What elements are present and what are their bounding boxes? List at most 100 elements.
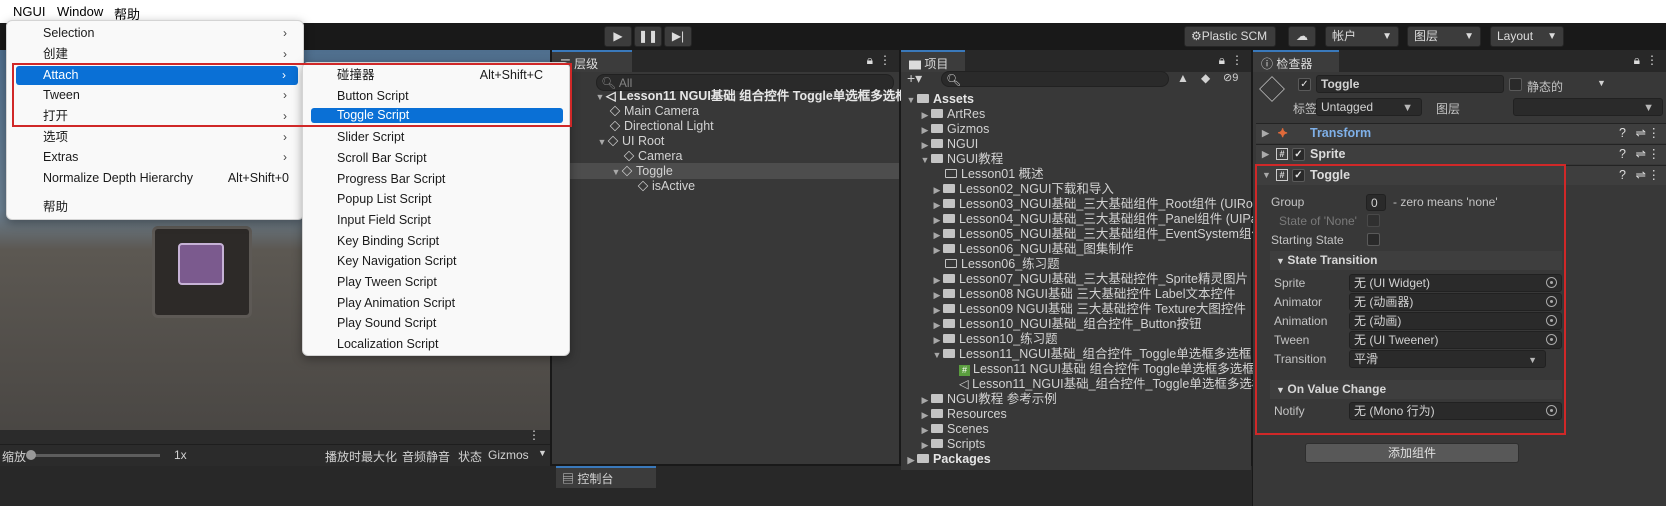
menu-item-collider[interactable]: 碰撞器 Alt+Shift+C: [307, 66, 565, 85]
menu-item-create[interactable]: 创建 ›: [11, 45, 299, 64]
help-icon[interactable]: ?: [1619, 124, 1626, 143]
project-item-lesson[interactable]: ▶ Lesson08 NGUI基础 三大基础控件 Label文本控件: [931, 286, 1236, 302]
project-item-lesson[interactable]: ▶ Lesson09 NGUI基础 三大基础控件 Texture大图控件: [931, 301, 1246, 317]
hierarchy-item-ui-root[interactable]: ▼ UI Root: [596, 133, 665, 149]
project-item-lesson[interactable]: ▶ Lesson05_NGUI基础_三大基础组件_EventSystem组件 (U: [931, 226, 1281, 242]
more-menu-icon[interactable]: ⋮: [1648, 145, 1661, 164]
project-item-folder[interactable]: ▶ Scenes: [919, 421, 989, 437]
zoom-slider[interactable]: [26, 450, 160, 460]
project-item-artres[interactable]: ▶ ArtRes: [919, 106, 986, 122]
project-item-gizmos[interactable]: ▶ Gizmos: [919, 121, 990, 137]
gizmos-button[interactable]: Gizmos: [488, 448, 529, 462]
tab-console[interactable]: ▤ 控制台: [556, 466, 656, 488]
toggle-enabled-checkbox[interactable]: ✓: [1292, 169, 1305, 182]
menu-item-attach[interactable]: Attach ›: [16, 66, 298, 85]
component-transform-header[interactable]: ▶ ⯌ Transform ? ⇌ ⋮: [1256, 123, 1666, 143]
filter-type-icon[interactable]: ▲: [1177, 71, 1189, 85]
lock-icon[interactable]: 🔒︎: [1219, 53, 1225, 68]
menu-item-toggle-script[interactable]: Toggle Script: [311, 108, 563, 123]
preset-icon[interactable]: ⇌: [1636, 124, 1646, 143]
more-menu-icon[interactable]: ⋮: [1648, 166, 1661, 185]
preset-icon[interactable]: ⇌: [1636, 166, 1646, 185]
menu-item-tween[interactable]: Tween ›: [11, 86, 299, 105]
project-item-lesson[interactable]: ▼ Lesson11_NGUI基础_组合控件_Toggle单选框多选框: [931, 346, 1252, 362]
menu-item-extras[interactable]: Extras ›: [11, 148, 299, 167]
zoom-slider-handle[interactable]: [26, 450, 36, 460]
create-button[interactable]: +▾: [907, 70, 922, 87]
menu-item-play-sound-script[interactable]: Play Sound Script: [307, 314, 565, 333]
more-menu-icon[interactable]: ⋮: [879, 53, 891, 67]
menu-item-input-field-script[interactable]: Input Field Script: [307, 211, 565, 230]
tab-inspector[interactable]: ⓘ 检查器: [1253, 50, 1339, 72]
project-item-lesson[interactable]: Lesson01 概述: [945, 166, 1044, 182]
add-component-button[interactable]: 添加组件: [1305, 443, 1519, 463]
project-search-input[interactable]: 🔍︎: [941, 71, 1169, 87]
object-name-input[interactable]: Toggle: [1316, 75, 1504, 93]
menu-item-normalize-depth[interactable]: Normalize Depth Hierarchy Alt+Shift+0: [11, 169, 299, 188]
active-checkbox[interactable]: ✓: [1298, 78, 1311, 91]
layout-dropdown[interactable]: Layout ▼: [1490, 26, 1564, 47]
project-item-folder[interactable]: ▶ Scripts: [919, 436, 986, 452]
object-picker-icon[interactable]: [1546, 334, 1557, 345]
hierarchy-item-isactive[interactable]: isActive: [637, 178, 695, 194]
more-menu-icon[interactable]: ⋮: [1231, 53, 1243, 67]
account-dropdown[interactable]: 帐户 ▼: [1325, 26, 1399, 47]
project-item-folder[interactable]: ▶ Resources: [919, 406, 1007, 422]
play-button[interactable]: ▶: [604, 26, 632, 47]
project-item-lesson[interactable]: ▶ Lesson10_NGUI基础_组合控件_Button按钮: [931, 316, 1202, 332]
project-item-lesson[interactable]: ▶ Lesson02_NGUI下载和导入: [931, 181, 1114, 197]
sprite-object-field[interactable]: 无 (UI Widget): [1349, 274, 1562, 292]
preset-icon[interactable]: ⇌: [1636, 145, 1646, 164]
menu-item-scroll-bar-script[interactable]: Scroll Bar Script: [307, 149, 565, 168]
hidden-packages-icon[interactable]: ⊘9: [1223, 71, 1238, 84]
project-item-script[interactable]: # Lesson11 NGUI基础 组合控件 Toggle单选框多选框: [959, 361, 1255, 377]
menu-item-key-binding-script[interactable]: Key Binding Script: [307, 232, 565, 251]
cloud-button[interactable]: ☁: [1288, 26, 1316, 47]
menu-window[interactable]: Window: [57, 4, 103, 19]
plastic-scm-button[interactable]: ⚙Plastic SCM: [1184, 26, 1276, 47]
mute-audio-button[interactable]: 音频静音: [402, 448, 450, 465]
pause-button[interactable]: ❚❚: [634, 26, 662, 47]
menu-item-key-navigation-script[interactable]: Key Navigation Script: [307, 252, 565, 271]
stats-button[interactable]: 状态: [458, 448, 482, 465]
hierarchy-item-toggle[interactable]: ▼ Toggle: [552, 163, 899, 179]
project-item-lesson[interactable]: ▶ Lesson07_NGUI基础_三大基础控件_Sprite精灵图片: [931, 271, 1248, 287]
lock-icon[interactable]: 🔒︎: [1634, 53, 1640, 68]
object-picker-icon[interactable]: [1546, 405, 1557, 416]
menu-item-play-tween-script[interactable]: Play Tween Script: [307, 273, 565, 292]
state-none-checkbox[interactable]: [1367, 214, 1380, 227]
help-icon[interactable]: ?: [1619, 166, 1626, 185]
project-item-scene[interactable]: ◁ Lesson11_NGUI基础_组合控件_Toggle单选框多选框: [959, 376, 1264, 392]
more-menu-icon[interactable]: ⋮: [1646, 53, 1658, 67]
scene-root-row[interactable]: ▼ ◁ Lesson11 NGUI基础 组合控件 Toggle单选框多选框: [594, 88, 908, 104]
menu-item-help[interactable]: 帮助: [11, 198, 299, 217]
on-value-change-header[interactable]: ▼ On Value Change: [1270, 380, 1562, 399]
lock-icon[interactable]: 🔒︎: [867, 53, 873, 68]
project-item-ngui[interactable]: ▶ NGUI: [919, 136, 979, 152]
help-icon[interactable]: ?: [1619, 145, 1626, 164]
chevron-down-icon[interactable]: ▼: [1597, 78, 1606, 88]
menu-item-localization-script[interactable]: Localization Script: [307, 335, 565, 354]
tab-project[interactable]: ▆ 项目: [901, 50, 965, 72]
project-item-lesson[interactable]: ▶ Lesson10_练习题: [931, 331, 1058, 347]
maximize-on-play-button[interactable]: 播放时最大化: [325, 448, 397, 465]
animation-object-field[interactable]: 无 (动画): [1349, 312, 1562, 330]
tag-dropdown[interactable]: Untagged ▼: [1316, 98, 1422, 116]
menu-item-slider-script[interactable]: Slider Script: [307, 128, 565, 147]
project-item-packages[interactable]: ▶ Packages: [905, 451, 991, 467]
step-button[interactable]: ▶|: [664, 26, 692, 47]
object-picker-icon[interactable]: [1546, 277, 1557, 288]
menu-item-progress-bar-script[interactable]: Progress Bar Script: [307, 170, 565, 189]
static-checkbox[interactable]: [1509, 78, 1522, 91]
project-item-lesson[interactable]: Lesson06_练习题: [945, 256, 1060, 272]
transition-dropdown[interactable]: 平滑 ▼: [1349, 350, 1546, 368]
component-toggle-header[interactable]: ▼ # ✓ Toggle ? ⇌ ⋮: [1256, 165, 1666, 185]
notify-object-field[interactable]: 无 (Mono 行为): [1349, 402, 1562, 420]
project-item-assets[interactable]: ▼ Assets: [905, 91, 974, 107]
state-transition-header[interactable]: ▼ State Transition: [1270, 251, 1562, 270]
more-menu-icon[interactable]: ⋮: [528, 428, 540, 442]
object-picker-icon[interactable]: [1546, 315, 1557, 326]
group-input[interactable]: 0: [1366, 194, 1386, 211]
hierarchy-item-directional-light[interactable]: Directional Light: [609, 118, 714, 134]
menu-item-button-script[interactable]: Button Script: [307, 87, 565, 106]
